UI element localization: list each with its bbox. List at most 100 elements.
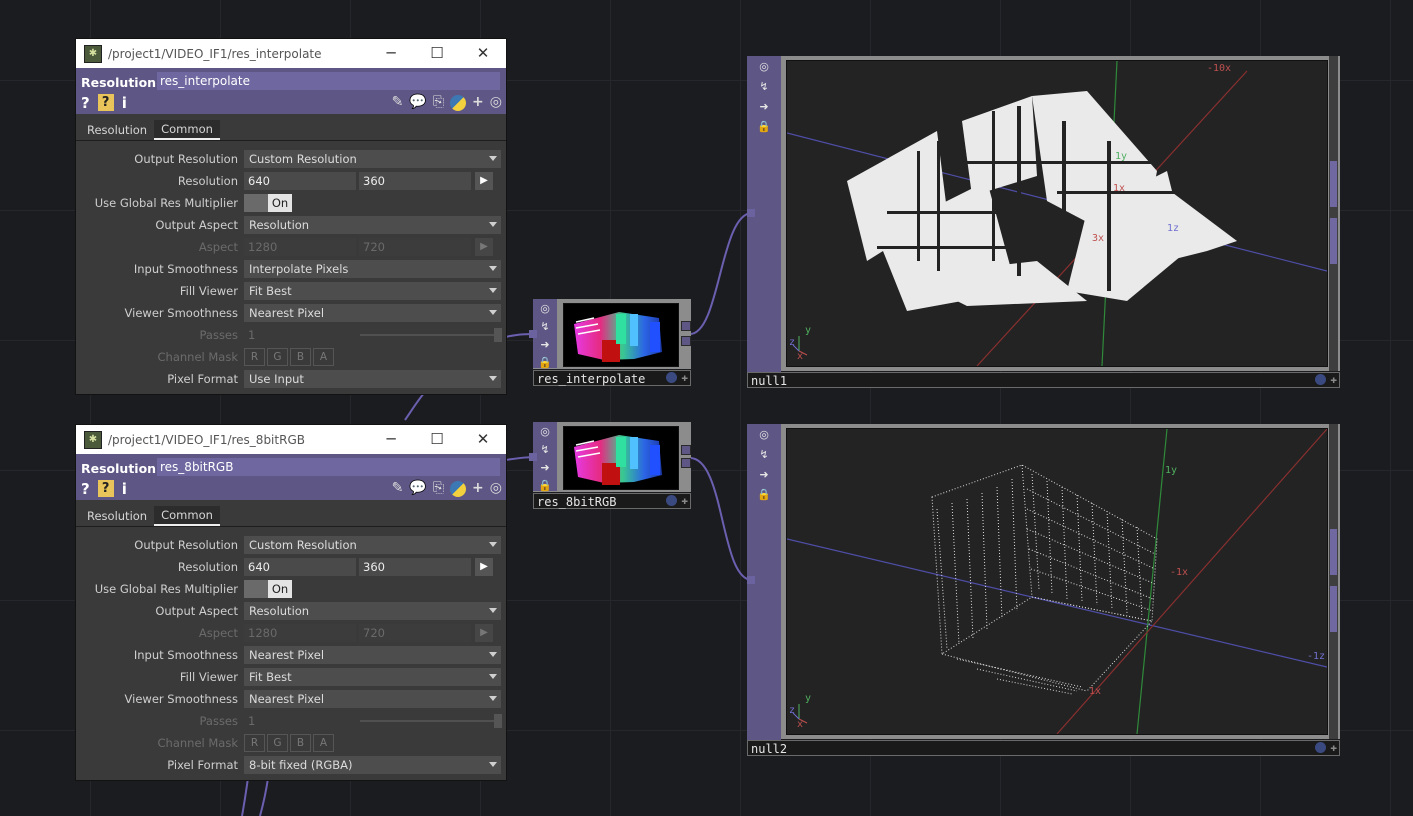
python-icon[interactable] — [450, 95, 467, 111]
node-name-bar[interactable]: null2 ✚ — [747, 740, 1340, 756]
op-name-field[interactable]: res_interpolate — [157, 72, 500, 90]
close-button[interactable]: ✕ — [460, 39, 506, 68]
bypass-flag-icon[interactable]: ↯ — [757, 448, 771, 462]
node-null1[interactable]: ◎ ↯ ➜ 🔒 -10x 1y 1x 1z 3x y z x null1 ✚ — [747, 56, 1340, 388]
help-icon[interactable]: ? — [81, 94, 90, 112]
output-connector[interactable] — [681, 458, 691, 468]
viewer-flag-icon[interactable]: ◎ — [757, 428, 771, 442]
lock-flag-icon[interactable]: 🔒 — [757, 488, 771, 502]
tab-common[interactable]: Common — [154, 506, 220, 526]
node-name-bar[interactable]: res_8bitRGB ✚ — [533, 493, 691, 509]
fill-viewer-menu[interactable]: Fit Best — [244, 282, 501, 300]
node-res-8bitrgb[interactable]: ◎ ↯ ➜ 🔒 res_8bitRGB ✚ — [529, 422, 691, 510]
input-connector[interactable] — [529, 453, 537, 461]
add-node-icon[interactable]: ✚ — [1330, 374, 1337, 385]
target-icon[interactable]: ◎ — [490, 94, 502, 111]
use-global-toggle[interactable]: On — [244, 194, 292, 212]
null1-3d-viewer[interactable]: -10x 1y 1x 1z 3x y z x — [786, 60, 1328, 367]
target-icon[interactable]: ◎ — [490, 480, 502, 497]
python-help-icon[interactable]: ? — [97, 480, 114, 497]
pencil-icon[interactable]: ✎ — [392, 94, 404, 111]
viewer-scrollbar[interactable] — [1329, 424, 1338, 739]
viewer-smoothness-menu[interactable]: Nearest Pixel — [244, 690, 501, 708]
tab-resolution[interactable]: Resolution — [80, 506, 154, 526]
node-preview[interactable] — [563, 426, 679, 490]
viewer-smoothness-menu[interactable]: Nearest Pixel — [244, 304, 501, 322]
pencil-icon[interactable]: ✎ — [392, 480, 404, 497]
op-name-field[interactable]: res_8bitRGB — [157, 458, 500, 476]
param-window-res-8bitrgb[interactable]: ✱ /project1/VIDEO_IF1/res_8bitRGB ─ ☐ ✕ … — [75, 424, 507, 781]
pulse-arrow-icon[interactable]: ▶ — [475, 558, 493, 576]
window-titlebar[interactable]: ✱ /project1/VIDEO_IF1/res_8bitRGB ─ ☐ ✕ — [76, 425, 506, 454]
output-connector[interactable] — [681, 321, 691, 331]
node-preview[interactable] — [563, 303, 679, 367]
viewer-flag-icon[interactable]: ◎ — [538, 425, 552, 439]
pulse-arrow-icon[interactable]: ▶ — [475, 172, 493, 190]
lock-flag-icon[interactable]: 🔒 — [757, 120, 771, 134]
close-button[interactable]: ✕ — [460, 425, 506, 454]
output-connector[interactable] — [681, 445, 691, 455]
resolution-width-field[interactable]: 640 — [244, 558, 356, 576]
add-icon[interactable]: + — [472, 480, 484, 497]
scroll-thumb[interactable] — [1330, 529, 1337, 575]
lock-flag-icon[interactable]: 🔒 — [538, 356, 552, 370]
bypass-flag-icon[interactable]: ↯ — [538, 443, 552, 457]
minimize-button[interactable]: ─ — [368, 39, 414, 68]
minimize-button[interactable]: ─ — [368, 425, 414, 454]
input-smoothness-menu[interactable]: Nearest Pixel — [244, 646, 501, 664]
python-help-icon[interactable]: ? — [97, 94, 114, 111]
input-connector[interactable] — [529, 330, 537, 338]
output-aspect-menu[interactable]: Resolution — [244, 216, 501, 234]
add-node-icon[interactable]: ✚ — [1330, 742, 1337, 753]
clipboard-icon[interactable]: ⎘ — [433, 480, 444, 497]
use-global-toggle[interactable]: On — [244, 580, 292, 598]
scroll-thumb[interactable] — [1330, 161, 1337, 207]
window-titlebar[interactable]: ✱ /project1/VIDEO_IF1/res_interpolate ─ … — [76, 39, 506, 68]
comment-icon[interactable]: 💬 — [409, 480, 426, 497]
comment-icon[interactable]: 💬 — [409, 94, 426, 111]
info-icon[interactable]: i — [122, 480, 127, 498]
resolution-height-field[interactable]: 360 — [359, 558, 471, 576]
node-name-bar[interactable]: res_interpolate ✚ — [533, 370, 691, 386]
display-flag-icon[interactable]: ➜ — [757, 468, 771, 482]
pixel-format-menu[interactable]: 8-bit fixed (RGBA) — [244, 756, 501, 774]
python-icon[interactable] — [450, 481, 467, 497]
node-null2[interactable]: ◎ ↯ ➜ 🔒 1y -1x -1z 1x y z x null2 ✚ — [747, 424, 1340, 756]
add-node-icon[interactable]: ✚ — [681, 495, 688, 506]
scroll-thumb[interactable] — [1330, 218, 1337, 264]
node-name-bar[interactable]: null1 ✚ — [747, 372, 1340, 388]
add-icon[interactable]: + — [472, 94, 484, 111]
viewer-flag-icon[interactable]: ◎ — [757, 60, 771, 74]
tab-common[interactable]: Common — [154, 120, 220, 140]
lock-flag-icon[interactable]: 🔒 — [538, 479, 552, 493]
node-res-interpolate[interactable]: ◎ ↯ ➜ 🔒 res_interpolate ✚ — [529, 299, 691, 387]
output-resolution-menu[interactable]: Custom Resolution — [244, 150, 501, 168]
help-icon[interactable]: ? — [81, 480, 90, 498]
null2-3d-viewer[interactable]: 1y -1x -1z 1x y z x — [786, 428, 1328, 735]
bypass-flag-icon[interactable]: ↯ — [538, 320, 552, 334]
input-smoothness-menu[interactable]: Interpolate Pixels — [244, 260, 501, 278]
viewer-flag-icon[interactable]: ◎ — [538, 302, 552, 316]
display-flag-icon[interactable]: ➜ — [757, 100, 771, 114]
maximize-button[interactable]: ☐ — [414, 425, 460, 454]
output-aspect-menu[interactable]: Resolution — [244, 602, 501, 620]
display-flag-icon[interactable]: ➜ — [538, 461, 552, 475]
output-resolution-menu[interactable]: Custom Resolution — [244, 536, 501, 554]
pixel-format-menu[interactable]: Use Input — [244, 370, 501, 388]
input-connector[interactable] — [747, 209, 755, 217]
clipboard-icon[interactable]: ⎘ — [433, 94, 444, 111]
bypass-flag-icon[interactable]: ↯ — [757, 80, 771, 94]
add-node-icon[interactable]: ✚ — [681, 372, 688, 383]
output-connector[interactable] — [681, 336, 691, 346]
display-flag-icon[interactable]: ➜ — [538, 338, 552, 352]
fill-viewer-menu[interactable]: Fit Best — [244, 668, 501, 686]
resolution-width-field[interactable]: 640 — [244, 172, 356, 190]
info-icon[interactable]: i — [122, 94, 127, 112]
resolution-height-field[interactable]: 360 — [359, 172, 471, 190]
scroll-thumb[interactable] — [1330, 586, 1337, 632]
input-connector[interactable] — [747, 576, 755, 584]
param-window-res-interpolate[interactable]: ✱ /project1/VIDEO_IF1/res_interpolate ─ … — [75, 38, 507, 395]
maximize-button[interactable]: ☐ — [414, 39, 460, 68]
viewer-scrollbar[interactable] — [1329, 56, 1338, 371]
tab-resolution[interactable]: Resolution — [80, 120, 154, 140]
